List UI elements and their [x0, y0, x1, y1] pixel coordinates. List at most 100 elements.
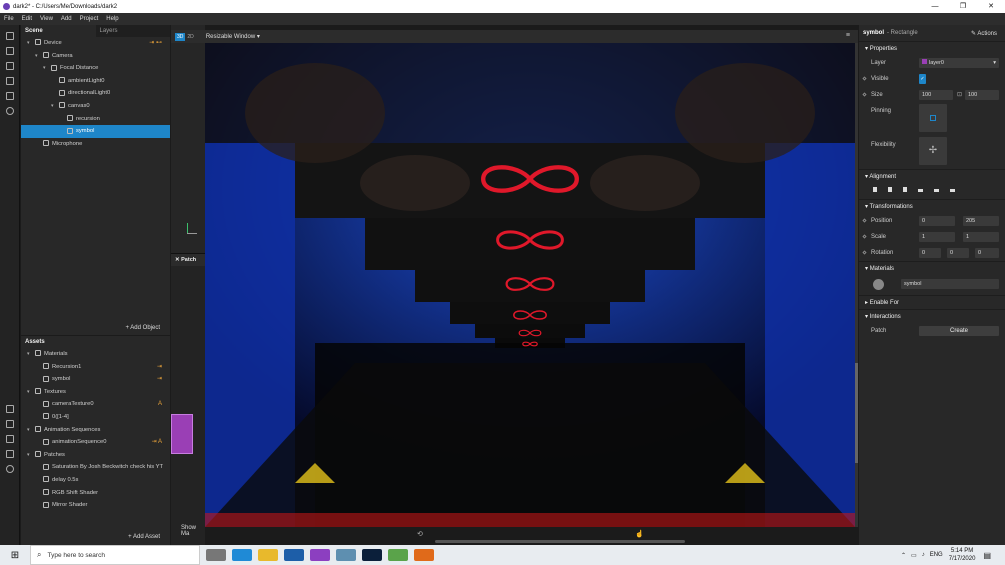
scene-item[interactable]: ▾ Focal Distance — [21, 62, 170, 75]
tab-layers[interactable]: Layers — [96, 25, 171, 37]
align-right-icon[interactable] — [903, 187, 907, 192]
camera-icon[interactable] — [5, 47, 14, 55]
app-icon[interactable] — [336, 549, 356, 561]
size-height-field[interactable]: 100 — [965, 90, 999, 100]
secondary-viewport[interactable] — [171, 25, 205, 253]
spark-ar-icon[interactable] — [310, 549, 330, 561]
search-icon[interactable] — [5, 107, 14, 115]
file-explorer-icon[interactable] — [258, 549, 278, 561]
layer-dropdown[interactable]: layer0 ▾ — [919, 58, 999, 68]
mail-icon[interactable] — [284, 549, 304, 561]
export-icon[interactable] — [5, 435, 14, 443]
menu-help[interactable]: Help — [102, 16, 122, 22]
scene-item[interactable]: ▾ Device ⇥ ⊷ — [21, 37, 170, 50]
section-transformations[interactable]: ▾ Transformations — [859, 199, 1005, 213]
align-bottom-icon[interactable] — [950, 189, 955, 192]
patch-node[interactable] — [171, 414, 193, 454]
view-2d-button[interactable]: 2D — [185, 33, 195, 41]
volume-icon[interactable]: ♪ — [922, 552, 925, 558]
taskbar-search[interactable]: ⌕ Type here to search — [30, 545, 200, 565]
keyframe-icon[interactable] — [862, 234, 867, 239]
menu-add[interactable]: Add — [57, 16, 76, 22]
viewport-horizontal-scrollbar[interactable] — [435, 540, 685, 543]
firefox-icon[interactable] — [414, 549, 434, 561]
flexibility-widget[interactable]: ✢ — [919, 137, 947, 165]
scene-item[interactable]: directionalLight0 — [21, 87, 170, 100]
keyframe-icon[interactable] — [862, 92, 867, 97]
pinning-widget[interactable] — [919, 104, 947, 132]
patch-editor[interactable]: ✕ Patch Show Ma — [171, 253, 205, 545]
rotate-device-icon[interactable]: ⟲ — [417, 530, 423, 538]
position-y-field[interactable]: 205 — [963, 216, 999, 226]
clock[interactable]: 5:14 PM 7/17/2020 — [949, 547, 976, 563]
viewport-menu-icon[interactable]: ≡ — [846, 32, 850, 39]
section-interactions[interactable]: ▾ Interactions — [859, 309, 1005, 323]
section-properties[interactable]: ▾ Properties — [859, 41, 1005, 55]
add-asset-button[interactable]: + Add Asset — [128, 534, 160, 540]
expand-arrow-icon[interactable]: ▾ — [35, 50, 38, 63]
asset-item[interactable]: symbol ⇥ — [21, 373, 170, 386]
position-x-field[interactable]: 0 — [919, 216, 955, 226]
asset-item[interactable]: cameraTexture0 A — [21, 398, 170, 411]
network-icon[interactable]: ▭ — [911, 552, 917, 559]
simulator-mode-dropdown[interactable]: Resizable Window ▾ — [206, 33, 260, 40]
show-patches-label[interactable]: Show Ma — [181, 525, 205, 537]
rotation-y-field[interactable]: 0 — [947, 248, 969, 258]
menu-project[interactable]: Project — [76, 16, 103, 22]
scene-item[interactable]: Microphone — [21, 138, 170, 151]
asset-item[interactable]: animationSequence0 ⇥ A — [21, 436, 170, 449]
view-3d-button[interactable]: 3D — [175, 32, 186, 41]
align-middle-icon[interactable] — [934, 189, 939, 192]
scene-item[interactable]: ▾ Camera — [21, 50, 170, 63]
refresh-icon[interactable] — [5, 92, 14, 100]
section-enable-for[interactable]: ▸ Enable For — [859, 295, 1005, 309]
size-width-field[interactable]: 100 — [919, 90, 953, 100]
rotation-z-field[interactable]: 0 — [975, 248, 999, 258]
visible-checkbox[interactable]: ✓ — [919, 74, 926, 84]
viewport-vertical-scrollbar[interactable] — [855, 43, 858, 527]
menu-view[interactable]: View — [36, 16, 57, 22]
windows-start-icon[interactable]: ⊞ — [0, 550, 30, 561]
scale-y-field[interactable]: 1 — [963, 232, 999, 242]
menu-file[interactable]: File — [0, 16, 18, 22]
section-alignment[interactable]: ▾ Alignment — [859, 169, 1005, 183]
add-object-button[interactable]: + Add Object — [125, 325, 160, 331]
touch-icon[interactable]: ☝ — [635, 530, 644, 538]
expand-arrow-icon[interactable]: ▾ — [43, 62, 46, 75]
asset-item[interactable]: 0([1-4] — [21, 411, 170, 424]
asset-item[interactable]: Saturation By Josh Beckwitch check his Y… — [21, 461, 170, 474]
create-patch-button[interactable]: Create — [919, 326, 999, 336]
expand-arrow-icon[interactable]: ▾ — [27, 424, 30, 437]
pause-icon[interactable] — [5, 62, 14, 70]
scene-item[interactable]: ▾ canvas0 — [21, 100, 170, 113]
minecraft-icon[interactable] — [388, 549, 408, 561]
expand-arrow-icon[interactable]: ▾ — [27, 386, 30, 399]
asset-item[interactable]: Recursion1 ⇥ — [21, 361, 170, 374]
scene-item[interactable]: ambientLight0 — [21, 75, 170, 88]
bug-icon[interactable] — [5, 450, 14, 458]
task-view-icon[interactable] — [206, 549, 226, 561]
stop-icon[interactable] — [5, 77, 14, 85]
close-button[interactable]: ✕ — [977, 0, 1005, 13]
minimize-button[interactable]: — — [921, 0, 949, 13]
scene-toggle-icon[interactable] — [5, 32, 14, 40]
expand-arrow-icon[interactable]: ▾ — [27, 449, 30, 462]
viewport-vscroll-thumb[interactable] — [855, 363, 858, 463]
asset-item[interactable]: ▾ Textures — [21, 386, 170, 399]
expand-arrow-icon[interactable]: ▾ — [27, 37, 30, 50]
notifications-icon[interactable]: ▤ — [983, 551, 991, 560]
scene-item[interactable]: symbol — [21, 125, 170, 138]
align-left-icon[interactable] — [873, 187, 877, 192]
material-field[interactable]: symbol — [901, 279, 999, 289]
device-icon[interactable] — [5, 420, 14, 428]
asset-item[interactable]: ▾ Animation Sequences — [21, 424, 170, 437]
scene-item[interactable]: recursion — [21, 113, 170, 126]
tab-scene[interactable]: Scene — [21, 25, 96, 37]
simulator-viewport[interactable] — [205, 43, 855, 527]
align-center-icon[interactable] — [888, 187, 892, 192]
align-top-icon[interactable] — [918, 189, 923, 192]
rotation-x-field[interactable]: 0 — [919, 248, 941, 258]
asset-item[interactable]: ▾ Patches — [21, 449, 170, 462]
photoshop-icon[interactable] — [362, 549, 382, 561]
keyframe-icon[interactable] — [862, 76, 867, 81]
